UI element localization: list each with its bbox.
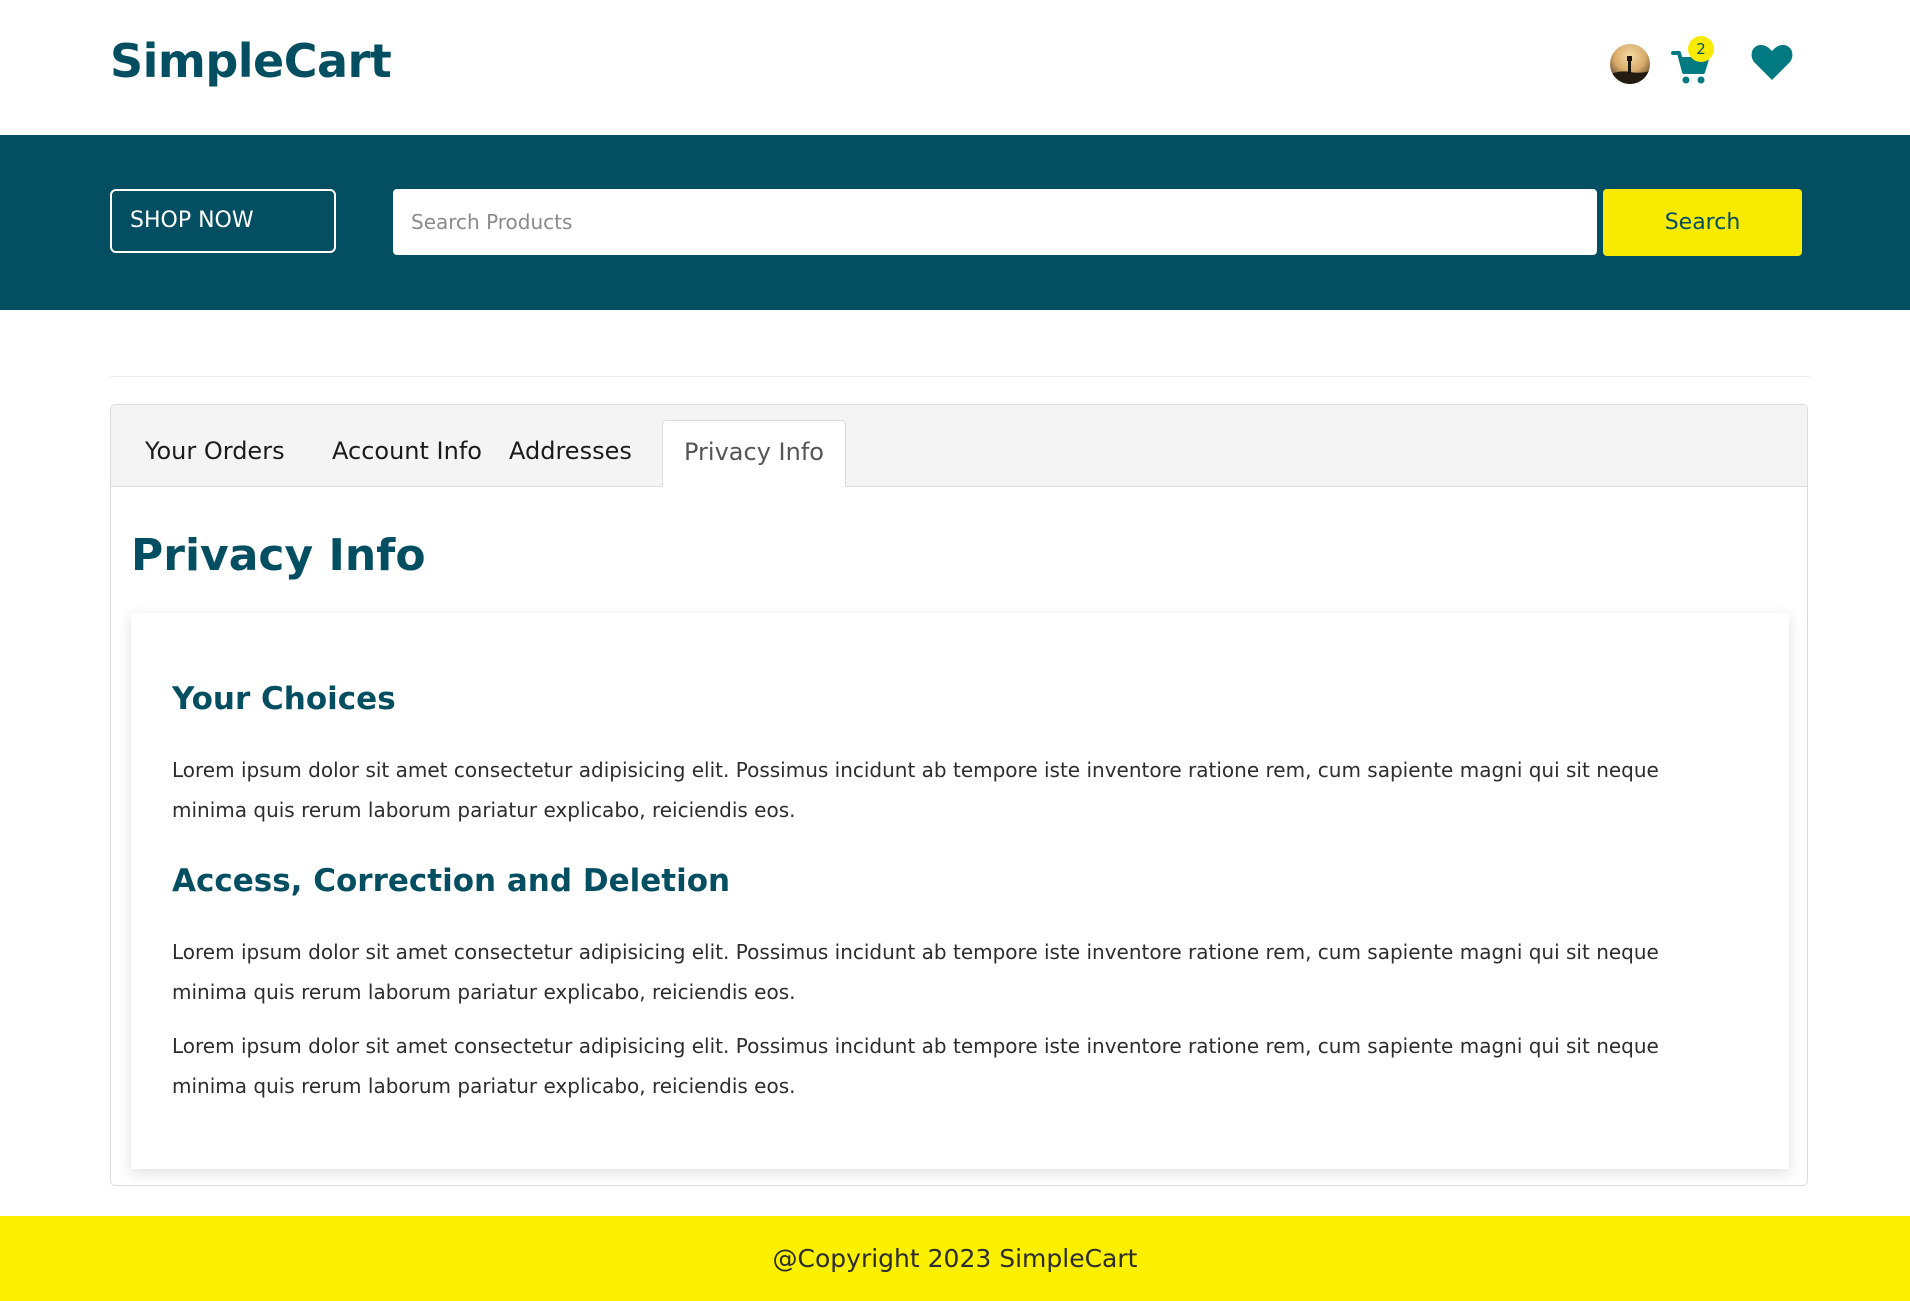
section-heading-your-choices: Your Choices — [172, 681, 396, 717]
tab-addresses[interactable]: Addresses — [488, 420, 653, 486]
site-logo[interactable]: SimpleCart — [110, 34, 392, 88]
header-icons: 2 — [1608, 36, 1808, 90]
copyright-text: @Copyright 2023 SimpleCart — [772, 1244, 1138, 1273]
section-heading-access-correction-deletion: Access, Correction and Deletion — [172, 863, 731, 899]
search-band: SHOP NOW Search — [0, 135, 1910, 310]
tab-your-orders[interactable]: Your Orders — [124, 420, 306, 486]
search-input[interactable] — [393, 189, 1597, 255]
paragraph: Lorem ipsum dolor sit amet consectetur a… — [172, 758, 1659, 822]
privacy-panel: Your Choices Lorem ipsum dolor sit amet … — [131, 613, 1789, 1169]
heart-icon[interactable] — [1750, 42, 1794, 82]
footer: @Copyright 2023 SimpleCart — [0, 1216, 1910, 1301]
paragraph: Lorem ipsum dolor sit amet consectetur a… — [172, 1034, 1659, 1098]
account-card: Your Orders Account Info Addresses Priva… — [110, 404, 1808, 1186]
paragraph: Lorem ipsum dolor sit amet consectetur a… — [172, 940, 1659, 1004]
tab-privacy-info[interactable]: Privacy Info — [662, 420, 846, 487]
top-header: SimpleCart 2 — [0, 0, 1910, 135]
tab-bar: Your Orders Account Info Addresses Priva… — [111, 405, 1807, 487]
search-button[interactable]: Search — [1603, 189, 1802, 256]
user-avatar[interactable] — [1610, 44, 1650, 84]
shop-now-button[interactable]: SHOP NOW — [110, 189, 336, 253]
page-title: Privacy Info — [131, 530, 426, 581]
divider — [110, 376, 1810, 377]
cart-count-badge: 2 — [1688, 36, 1714, 62]
tab-account-info[interactable]: Account Info — [311, 420, 503, 486]
